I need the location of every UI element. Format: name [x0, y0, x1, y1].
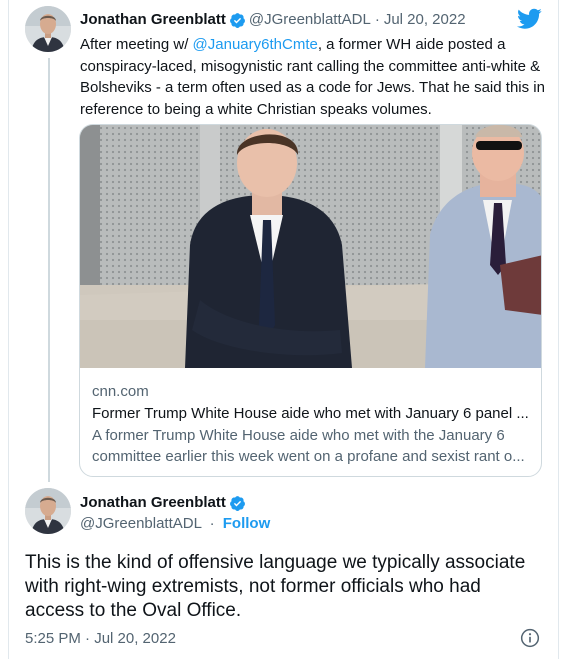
- avatar[interactable]: [25, 488, 71, 534]
- avatar[interactable]: [25, 6, 71, 52]
- author-name[interactable]: Jonathan Greenblatt: [80, 10, 226, 30]
- card-title[interactable]: Former Trump White House aide who met wi…: [92, 404, 532, 424]
- tweet-header: Jonathan Greenblatt @JGreenblattADL · Ju…: [80, 10, 466, 30]
- twitter-bird-icon[interactable]: [517, 8, 542, 30]
- verified-badge-icon: [229, 12, 246, 29]
- link-preview-card[interactable]: cnn.com Former Trump White House aide wh…: [79, 124, 542, 477]
- tweet-date[interactable]: Jul 20, 2022: [384, 10, 466, 30]
- article-thumbnail-image: [80, 125, 541, 368]
- follow-button[interactable]: Follow: [223, 515, 271, 532]
- thread-connector-line: [48, 58, 50, 482]
- separator-dot: ·: [209, 515, 215, 532]
- author-name[interactable]: Jonathan Greenblatt: [80, 493, 226, 513]
- card-description: A former Trump White House aide who met …: [92, 427, 525, 465]
- tweet-timestamp[interactable]: 5:25 PM · Jul 20, 2022: [25, 629, 176, 649]
- author-handle[interactable]: @JGreenblattADL: [80, 515, 201, 532]
- mention-link[interactable]: @January6thCmte: [193, 36, 318, 53]
- info-icon[interactable]: [520, 628, 540, 648]
- tweet-body: This is the kind of offensive language w…: [25, 552, 526, 621]
- tweet-text-intro: After meeting w/: [80, 36, 193, 53]
- tweet-header: Jonathan Greenblatt: [80, 493, 249, 513]
- separator-dot: ·: [374, 11, 380, 28]
- tweet-body: After meeting w/ @January6thCmte, a form…: [80, 34, 545, 120]
- author-handle[interactable]: @JGreenblattADL: [249, 10, 371, 30]
- verified-badge-icon: [229, 495, 246, 512]
- card-domain: cnn.com: [92, 383, 149, 400]
- author-subline: @JGreenblattADL · Follow: [80, 514, 270, 534]
